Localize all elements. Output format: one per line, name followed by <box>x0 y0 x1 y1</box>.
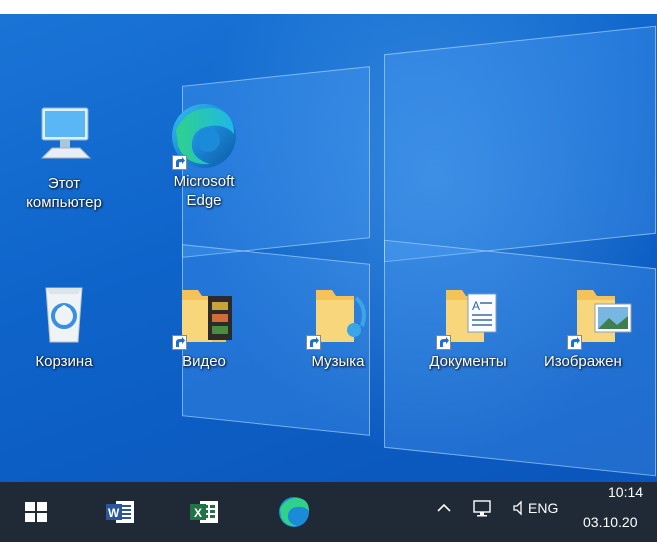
language-indicator[interactable]: ENG <box>528 500 558 516</box>
taskbar-word-button[interactable]: W <box>102 494 138 530</box>
edge-icon <box>168 100 240 172</box>
start-button[interactable] <box>18 494 54 530</box>
volume-icon <box>513 500 522 516</box>
this-pc-label: Этот компьютер <box>26 175 102 211</box>
shortcut-arrow-icon <box>436 335 451 350</box>
edge-icon <box>279 497 309 527</box>
computer-icon <box>28 102 100 174</box>
pictures-label: Изображен <box>544 353 622 370</box>
word-icon: W <box>106 501 134 523</box>
desktop-icon-music[interactable]: Музыка <box>292 280 384 371</box>
shortcut-arrow-icon <box>566 335 582 350</box>
svg-text:X: X <box>194 506 202 520</box>
desktop-icon-pictures[interactable]: Изображен <box>540 280 657 371</box>
excel-icon: X <box>190 501 218 523</box>
video-label: Видео <box>182 353 226 370</box>
video-folder-icon <box>168 280 240 352</box>
clock-time[interactable]: 10:14 <box>608 484 643 500</box>
music-folder-icon <box>302 280 374 352</box>
shortcut-arrow-icon <box>306 335 321 350</box>
desktop-icon-documents[interactable]: A Документы <box>412 280 524 371</box>
desktop-icon-edge[interactable]: Microsoft Edge <box>158 100 250 210</box>
taskbar-edge-button[interactable] <box>276 494 312 530</box>
desktop-icon-video[interactable]: Видео <box>158 280 250 371</box>
recycle-bin-icon <box>28 280 100 352</box>
chevron-up-icon <box>437 503 451 512</box>
shortcut-arrow-icon <box>172 155 187 170</box>
taskbar: W X ENG 10:14 03.10.20 <box>0 482 657 542</box>
recycle-bin-label: Корзина <box>35 353 93 370</box>
desktop-icon-this-pc[interactable]: Этот компьютер <box>18 102 110 212</box>
wallpaper-pane <box>384 25 656 263</box>
edge-label: Microsoft Edge <box>173 173 235 209</box>
music-label: Музыка <box>311 353 365 370</box>
tray-overflow-button[interactable] <box>436 500 452 519</box>
pictures-folder-icon <box>563 280 635 352</box>
top-strip <box>0 0 657 14</box>
svg-text:A: A <box>472 299 480 313</box>
network-button[interactable] <box>472 498 494 523</box>
windows-logo-icon <box>25 502 47 522</box>
taskbar-excel-button[interactable]: X <box>186 494 222 530</box>
clock-date[interactable]: 03.10.20 <box>583 514 638 530</box>
svg-text:W: W <box>108 506 120 520</box>
desktop[interactable]: Этот компьютер Microsoft Edge Корзина Ви… <box>0 14 657 482</box>
desktop-icon-recycle-bin[interactable]: Корзина <box>18 280 110 371</box>
volume-button[interactable] <box>512 500 526 519</box>
documents-label: Документы <box>429 353 507 370</box>
documents-folder-icon: A <box>432 280 504 352</box>
network-icon <box>473 500 491 517</box>
shortcut-arrow-icon <box>172 335 187 350</box>
